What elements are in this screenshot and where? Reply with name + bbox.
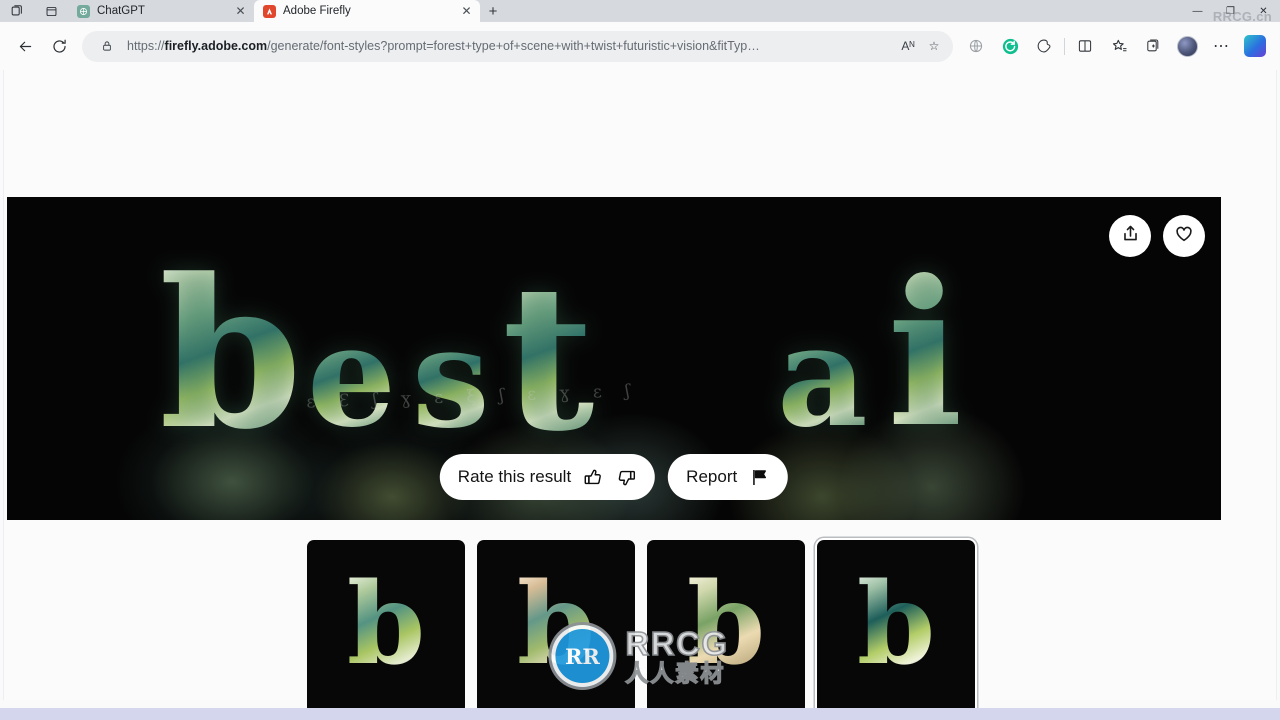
page-content-frame: b e s t a i ε Ɛ ʃ ɣ ɛ ξ ʃ ɛ ɣ ε ʃ Rate t…	[3, 70, 1277, 708]
thumbnail-option-4[interactable]: b	[817, 540, 975, 708]
browser-essentials-icon[interactable]	[1027, 30, 1061, 62]
chatgpt-icon	[77, 4, 90, 18]
report-button[interactable]: Report	[668, 454, 789, 500]
tab-title: Adobe Firefly	[283, 5, 351, 17]
window-controls: — ❐ ✕	[1181, 0, 1280, 22]
generated-image-canvas[interactable]: b e s t a i ε Ɛ ʃ ɣ ɛ ξ ʃ ɛ ɣ ε ʃ Rate t…	[7, 197, 1221, 520]
globe-icon[interactable]	[959, 30, 993, 62]
heart-icon	[1174, 224, 1194, 249]
close-icon[interactable]: ✕	[459, 4, 474, 19]
minimize-button[interactable]: —	[1181, 0, 1214, 22]
favorites-icon[interactable]	[1102, 30, 1136, 62]
tab-title: ChatGPT	[97, 5, 145, 17]
tab-adobe-firefly[interactable]: Adobe Firefly ✕	[254, 0, 480, 22]
thumbnail-strip: b b b b	[4, 540, 1278, 708]
read-aloud-icon[interactable]: Aᴺ	[895, 33, 921, 59]
thumbnail-glyph: b	[686, 558, 766, 690]
window-layout-icon[interactable]	[34, 0, 68, 22]
maximize-button[interactable]: ❐	[1214, 0, 1247, 22]
collections-icon[interactable]	[1136, 30, 1170, 62]
toolbar-divider	[1064, 37, 1065, 55]
rate-result-label: Rate this result	[457, 467, 572, 486]
back-button[interactable]	[8, 30, 42, 62]
thumbs-down-icon[interactable]	[616, 467, 637, 488]
feedback-bar: Rate this result Report	[439, 454, 789, 500]
flag-icon	[749, 467, 770, 488]
url-text[interactable]: https://firefly.adobe.com/generate/font-…	[120, 39, 895, 53]
taskbar[interactable]	[0, 708, 1280, 720]
more-options-icon[interactable]: ⋯	[1204, 30, 1238, 62]
share-icon	[1121, 224, 1140, 248]
reload-button[interactable]	[42, 30, 76, 62]
thumbnail-option-1[interactable]: b	[307, 540, 465, 708]
tab-strip: ChatGPT ✕ Adobe Firefly ✕ + — ❐ ✕	[0, 0, 1280, 22]
split-screen-icon[interactable]	[1068, 30, 1102, 62]
report-label: Report	[686, 467, 738, 486]
navigation-bar: https://firefly.adobe.com/generate/font-…	[0, 22, 1280, 70]
browser-window: ChatGPT ✕ Adobe Firefly ✕ + — ❐ ✕ RRCG.c…	[0, 0, 1280, 708]
sync-refresh-icon[interactable]	[993, 30, 1027, 62]
favorite-star-icon[interactable]: ☆	[921, 33, 947, 59]
copilot-glyph	[1244, 35, 1266, 57]
hero-action-buttons	[1109, 215, 1205, 257]
adobe-firefly-icon	[263, 4, 276, 18]
thumbnail-glyph: b	[856, 558, 936, 690]
page-viewport: b e s t a i ε Ɛ ʃ ɣ ɛ ξ ʃ ɛ ɣ ε ʃ Rate t…	[0, 70, 1280, 708]
thumbnail-glyph: b	[346, 558, 426, 690]
thumbs-up-icon[interactable]	[583, 467, 604, 488]
thumbnail-option-2[interactable]: b	[477, 540, 635, 708]
rate-result-control[interactable]: Rate this result	[439, 454, 656, 500]
padlock-icon	[94, 33, 120, 59]
share-button[interactable]	[1109, 215, 1151, 257]
avatar	[1176, 35, 1198, 57]
copilot-icon[interactable]	[1238, 30, 1272, 62]
thumbnail-option-3[interactable]: b	[647, 540, 805, 708]
hero-glyph-b: b	[159, 235, 303, 475]
thumbnail-glyph: b	[516, 558, 596, 690]
favorite-button[interactable]	[1163, 215, 1205, 257]
new-tab-button[interactable]: +	[480, 0, 506, 22]
toolbar-right: ⋯	[959, 30, 1272, 62]
close-icon[interactable]: ✕	[233, 4, 248, 19]
tab-groups-icon[interactable]	[0, 0, 34, 22]
close-window-button[interactable]: ✕	[1247, 0, 1280, 22]
tab-chatgpt[interactable]: ChatGPT ✕	[68, 0, 254, 22]
address-bar[interactable]: https://firefly.adobe.com/generate/font-…	[82, 30, 953, 62]
profile-avatar-icon[interactable]	[1170, 30, 1204, 62]
